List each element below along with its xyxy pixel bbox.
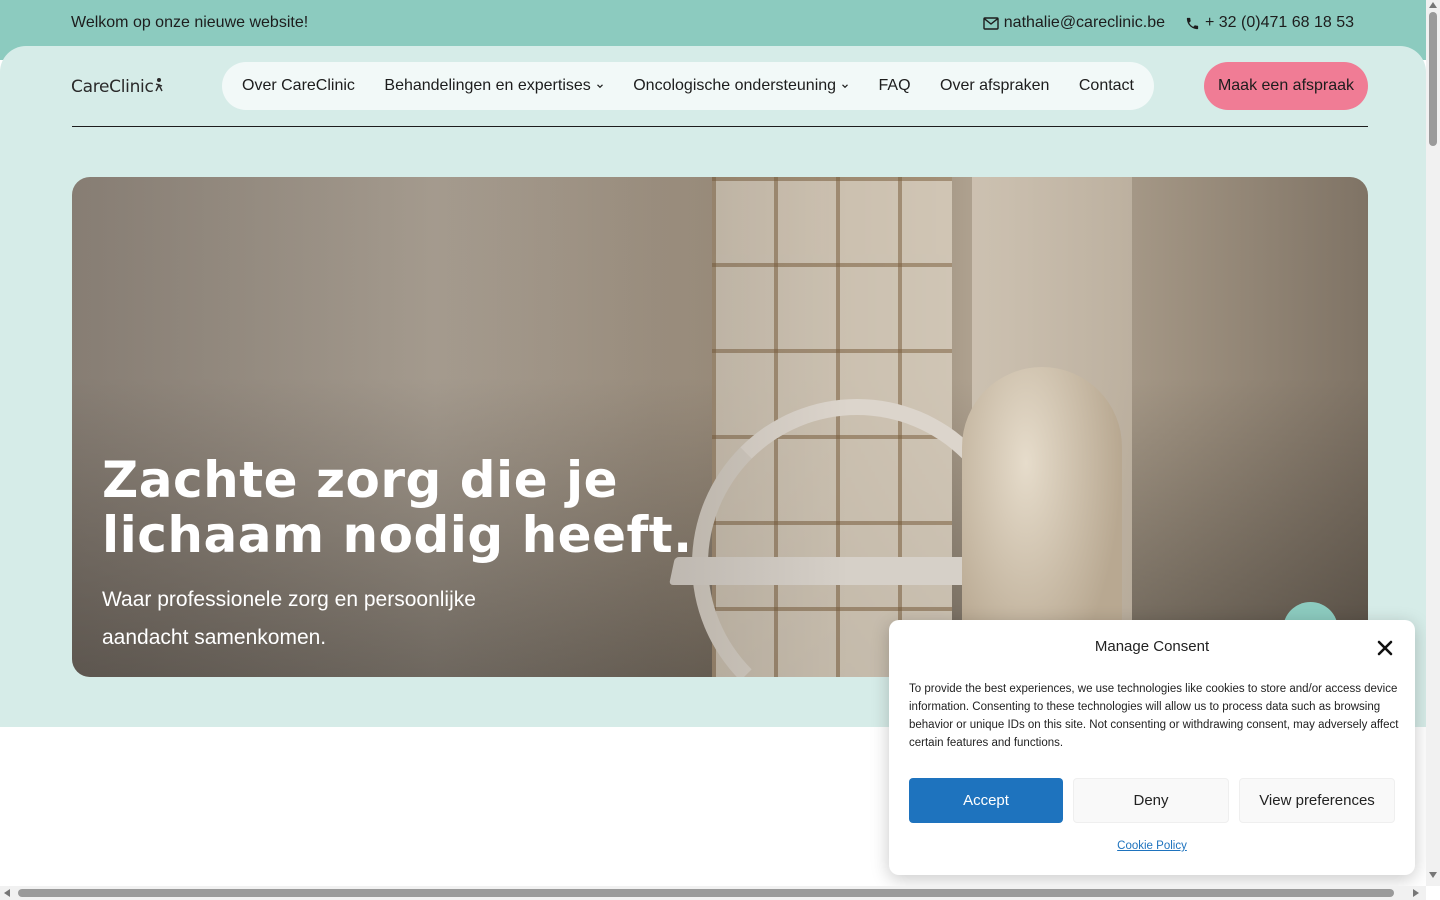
hero-title-line: Zachte zorg die je (102, 451, 619, 509)
phone-text: + 32 (0)471 68 18 53 (1204, 14, 1354, 31)
top-bar-contacts: nathalie@careclinic.be + 32 (0)471 68 18… (983, 14, 1354, 32)
chevron-down-icon (841, 77, 849, 95)
make-appointment-button[interactable]: Maak een afspraak (1204, 62, 1368, 110)
nav-item-label: Over afspraken (940, 77, 1050, 94)
chevron-down-icon (596, 77, 604, 95)
view-preferences-button[interactable]: View preferences (1239, 778, 1395, 823)
site-logo[interactable]: CareClinic (71, 72, 177, 102)
hero-subtitle: Waar professionele zorg en persoonlijke … (102, 581, 522, 657)
nav-item-label: Contact (1078, 77, 1134, 94)
consent-title: Manage Consent (1094, 638, 1210, 655)
email-text: nathalie@careclinic.be (1003, 14, 1165, 31)
horizontal-scrollbar[interactable] (0, 886, 1426, 900)
hero-title-line: lichaam nodig heeft. (102, 506, 693, 564)
hero-title: Zachte zorg die je lichaam nodig heeft. (102, 453, 742, 563)
top-bar-content: Welkom op onze nieuwe website! nathalie@… (71, 0, 1354, 46)
nav-item-over-careclinic[interactable]: Over CareClinic (242, 77, 355, 95)
scroll-left-icon[interactable] (4, 889, 10, 897)
accept-button[interactable]: Accept (909, 778, 1063, 823)
email-link[interactable]: nathalie@careclinic.be (983, 14, 1165, 32)
logo-text: CareClinic (71, 77, 154, 97)
logo-figure-icon (154, 77, 164, 98)
cookie-policy-link[interactable]: Cookie Policy (889, 840, 1415, 852)
nav-item-contact[interactable]: Contact (1079, 77, 1134, 95)
horizontal-scrollbar-thumb[interactable] (18, 889, 1394, 897)
phone-icon (1185, 16, 1200, 31)
nav-item-faq[interactable]: FAQ (879, 77, 911, 95)
header-divider (72, 126, 1368, 127)
nav-item-oncologische[interactable]: Oncologische ondersteuning (633, 77, 849, 95)
hero-subtitle-line: Waar professionele zorg en persoonlijke (102, 588, 476, 611)
close-icon[interactable] (1375, 638, 1395, 658)
vertical-scrollbar-thumb[interactable] (1429, 12, 1437, 146)
phone-link[interactable]: + 32 (0)471 68 18 53 (1185, 14, 1354, 32)
nav-item-over-afspraken[interactable]: Over afspraken (940, 77, 1049, 95)
vertical-scrollbar[interactable] (1426, 0, 1440, 886)
welcome-message: Welkom op onze nieuwe website! (71, 14, 309, 31)
nav-item-label: FAQ (878, 77, 911, 94)
consent-dialog: Manage Consent To provide the best exper… (889, 620, 1415, 875)
mail-icon (983, 16, 999, 30)
hero-subtitle-line: aandacht samenkomen. (102, 626, 327, 649)
scroll-down-icon[interactable] (1429, 872, 1437, 878)
nav-item-label: Behandelingen en expertises (384, 77, 591, 94)
scroll-right-icon[interactable] (1413, 889, 1419, 897)
hero-banner: Zachte zorg die je lichaam nodig heeft. … (72, 177, 1368, 677)
consent-text: To provide the best experiences, we use … (909, 683, 1399, 749)
main-nav: Over CareClinic Behandelingen en experti… (222, 62, 1154, 110)
nav-item-behandelingen[interactable]: Behandelingen en expertises (384, 77, 603, 95)
nav-item-label: Oncologische ondersteuning (633, 77, 837, 94)
consent-buttons: Accept Deny View preferences (909, 778, 1395, 823)
scroll-up-icon[interactable] (1429, 2, 1437, 8)
nav-item-label: Over CareClinic (242, 77, 355, 94)
deny-button[interactable]: Deny (1073, 778, 1229, 823)
